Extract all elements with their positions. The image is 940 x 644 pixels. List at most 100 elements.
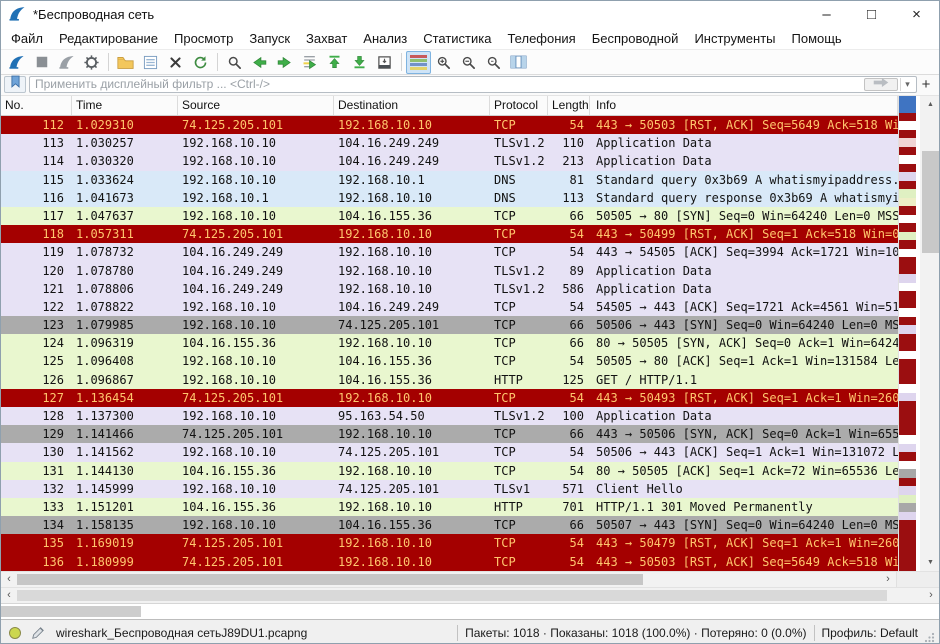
intelligent-scrollbar-minimap[interactable] <box>898 96 916 571</box>
packet-row-135[interactable]: 1351.16901974.125.205.101192.168.10.10TC… <box>1 534 898 552</box>
packet-row-128[interactable]: 1281.137300192.168.10.1095.163.54.50TLSv… <box>1 407 898 425</box>
vertical-scrollbar-thumb[interactable] <box>922 151 939 253</box>
expert-info-icon[interactable] <box>9 627 21 639</box>
menu-item-3[interactable]: Запуск <box>241 27 298 49</box>
column-header-source[interactable]: Source <box>178 96 334 115</box>
cell-no: 119 <box>1 243 72 261</box>
scroll-down-arrow[interactable]: ▼ <box>920 554 940 571</box>
packet-row-120[interactable]: 1201.078780104.16.249.249192.168.10.10TL… <box>1 262 898 280</box>
menu-item-4[interactable]: Захват <box>298 27 355 49</box>
close-file-button[interactable] <box>163 51 188 74</box>
menu-item-7[interactable]: Телефония <box>499 27 583 49</box>
zoom-in-button[interactable] <box>431 51 456 74</box>
packet-row-118[interactable]: 1181.05731174.125.205.101192.168.10.10TC… <box>1 225 898 243</box>
packet-row-129[interactable]: 1291.14146674.125.205.101192.168.10.10TC… <box>1 425 898 443</box>
hscroll-left-arrow[interactable]: ‹ <box>1 572 17 587</box>
minimize-button[interactable]: – <box>804 1 849 27</box>
packet-row-125[interactable]: 1251.096408192.168.10.10104.16.155.36TCP… <box>1 352 898 370</box>
secondary-hscroll-left-arrow[interactable]: ‹ <box>1 588 17 603</box>
go-bottom-button[interactable] <box>347 51 372 74</box>
secondary-hscroll-track[interactable] <box>17 588 923 603</box>
hscroll-right-arrow[interactable]: › <box>880 572 896 587</box>
auto-scroll-button[interactable] <box>372 51 397 74</box>
packet-row-136[interactable]: 1361.18099974.125.205.101192.168.10.10TC… <box>1 553 898 571</box>
menu-item-0[interactable]: Файл <box>3 27 51 49</box>
capture-options-button[interactable] <box>79 51 104 74</box>
packet-list-hscrollbar[interactable]: ‹ › <box>1 571 939 587</box>
column-header-length[interactable]: Length <box>548 96 590 115</box>
maximize-button[interactable]: □ <box>849 1 894 27</box>
column-header-protocol[interactable]: Protocol <box>490 96 548 115</box>
secondary-hscrollbar[interactable]: ‹ › <box>1 587 939 603</box>
filter-bookmark-button[interactable] <box>4 76 26 93</box>
packet-row-116[interactable]: 1161.041673192.168.10.1192.168.10.10DNS1… <box>1 189 898 207</box>
reload-file-button[interactable] <box>188 51 213 74</box>
menu-item-6[interactable]: Статистика <box>415 27 499 49</box>
colorize-button[interactable] <box>406 51 431 74</box>
column-header-info[interactable]: Info <box>590 96 898 115</box>
packet-row-130[interactable]: 1301.141562192.168.10.1074.125.205.101TC… <box>1 443 898 461</box>
start-capture-button[interactable] <box>4 51 29 74</box>
close-button[interactable]: × <box>894 1 939 27</box>
cell-info: 443 → 50499 [RST, ACK] Seq=1 Ack=518 Win… <box>590 225 898 243</box>
packet-row-127[interactable]: 1271.13645474.125.205.101192.168.10.10TC… <box>1 389 898 407</box>
zoom-out-button[interactable] <box>456 51 481 74</box>
go-top-button[interactable] <box>322 51 347 74</box>
capture-comment-icon[interactable] <box>31 626 45 640</box>
go-to-packet-button[interactable] <box>297 51 322 74</box>
auto-scroll-icon <box>377 55 392 70</box>
packet-row-134[interactable]: 1341.158135192.168.10.10104.16.155.36TCP… <box>1 516 898 534</box>
menu-item-9[interactable]: Инструменты <box>686 27 783 49</box>
capture-options-icon <box>83 54 100 71</box>
resize-columns-button[interactable] <box>506 51 531 74</box>
packet-row-126[interactable]: 1261.096867192.168.10.10104.16.155.36HTT… <box>1 371 898 389</box>
menu-item-2[interactable]: Просмотр <box>166 27 241 49</box>
menu-item-1[interactable]: Редактирование <box>51 27 166 49</box>
packet-row-131[interactable]: 1311.144130104.16.155.36192.168.10.10TCP… <box>1 462 898 480</box>
packet-row-117[interactable]: 1171.047637192.168.10.10104.16.155.36TCP… <box>1 207 898 225</box>
add-filter-button[interactable]: + <box>917 76 935 93</box>
display-filter-input[interactable]: Применить дисплейный фильтр ... <Ctrl-/>… <box>29 76 917 93</box>
open-file-button[interactable] <box>113 51 138 74</box>
filter-dropdown-caret[interactable]: ▾ <box>900 78 914 91</box>
packet-row-124[interactable]: 1241.096319104.16.155.36192.168.10.10TCP… <box>1 334 898 352</box>
go-forward-button[interactable] <box>272 51 297 74</box>
hscroll-track[interactable] <box>17 572 880 587</box>
menu-item-5[interactable]: Анализ <box>355 27 415 49</box>
restart-capture-button[interactable] <box>54 51 79 74</box>
column-header-no[interactable]: No. <box>1 96 72 115</box>
packet-row-123[interactable]: 1231.079985192.168.10.1074.125.205.101TC… <box>1 316 898 334</box>
packet-row-122[interactable]: 1221.078822192.168.10.10104.16.249.249TC… <box>1 298 898 316</box>
save-file-button[interactable] <box>138 51 163 74</box>
scroll-up-arrow[interactable]: ▲ <box>920 96 940 113</box>
packet-row-112[interactable]: 1121.02931074.125.205.101192.168.10.10TC… <box>1 116 898 134</box>
vertical-scrollbar-track[interactable] <box>920 113 940 554</box>
zoom-reset-button[interactable] <box>481 51 506 74</box>
stop-capture-button[interactable] <box>29 51 54 74</box>
resize-grip-icon[interactable] <box>924 632 935 643</box>
packet-row-133[interactable]: 1331.151201104.16.155.36192.168.10.10HTT… <box>1 498 898 516</box>
profile-label[interactable]: Профиль: Default <box>822 626 919 640</box>
packet-row-121[interactable]: 1211.078806104.16.249.249192.168.10.10TL… <box>1 280 898 298</box>
collapsed-pane-thumb[interactable] <box>1 606 141 617</box>
packet-row-119[interactable]: 1191.078732104.16.249.249192.168.10.10TC… <box>1 243 898 261</box>
column-header-time[interactable]: Time <box>72 96 178 115</box>
secondary-hscroll-thumb[interactable] <box>17 590 887 601</box>
vertical-scrollbar[interactable]: ▲ ▼ <box>920 96 940 571</box>
menu-item-8[interactable]: Беспроводной <box>584 27 687 49</box>
cell-protocol: TCP <box>490 534 548 552</box>
column-header-destination[interactable]: Destination <box>334 96 490 115</box>
cell-destination: 192.168.10.10 <box>334 189 490 207</box>
packet-row-114[interactable]: 1141.030320192.168.10.10104.16.249.249TL… <box>1 152 898 170</box>
go-back-button[interactable] <box>247 51 272 74</box>
packet-row-132[interactable]: 1321.145999192.168.10.1074.125.205.101TL… <box>1 480 898 498</box>
find-packet-button[interactable] <box>222 51 247 74</box>
packet-row-113[interactable]: 1131.030257192.168.10.10104.16.249.249TL… <box>1 134 898 152</box>
cell-time: 1.029310 <box>72 116 178 134</box>
apply-filter-button[interactable] <box>864 78 898 91</box>
menu-item-10[interactable]: Помощь <box>784 27 850 49</box>
packet-row-115[interactable]: 1151.033624192.168.10.10192.168.10.1DNS8… <box>1 171 898 189</box>
minimap-stripe <box>899 164 916 172</box>
secondary-hscroll-right-arrow[interactable]: › <box>923 588 939 603</box>
hscroll-thumb[interactable] <box>17 574 643 585</box>
